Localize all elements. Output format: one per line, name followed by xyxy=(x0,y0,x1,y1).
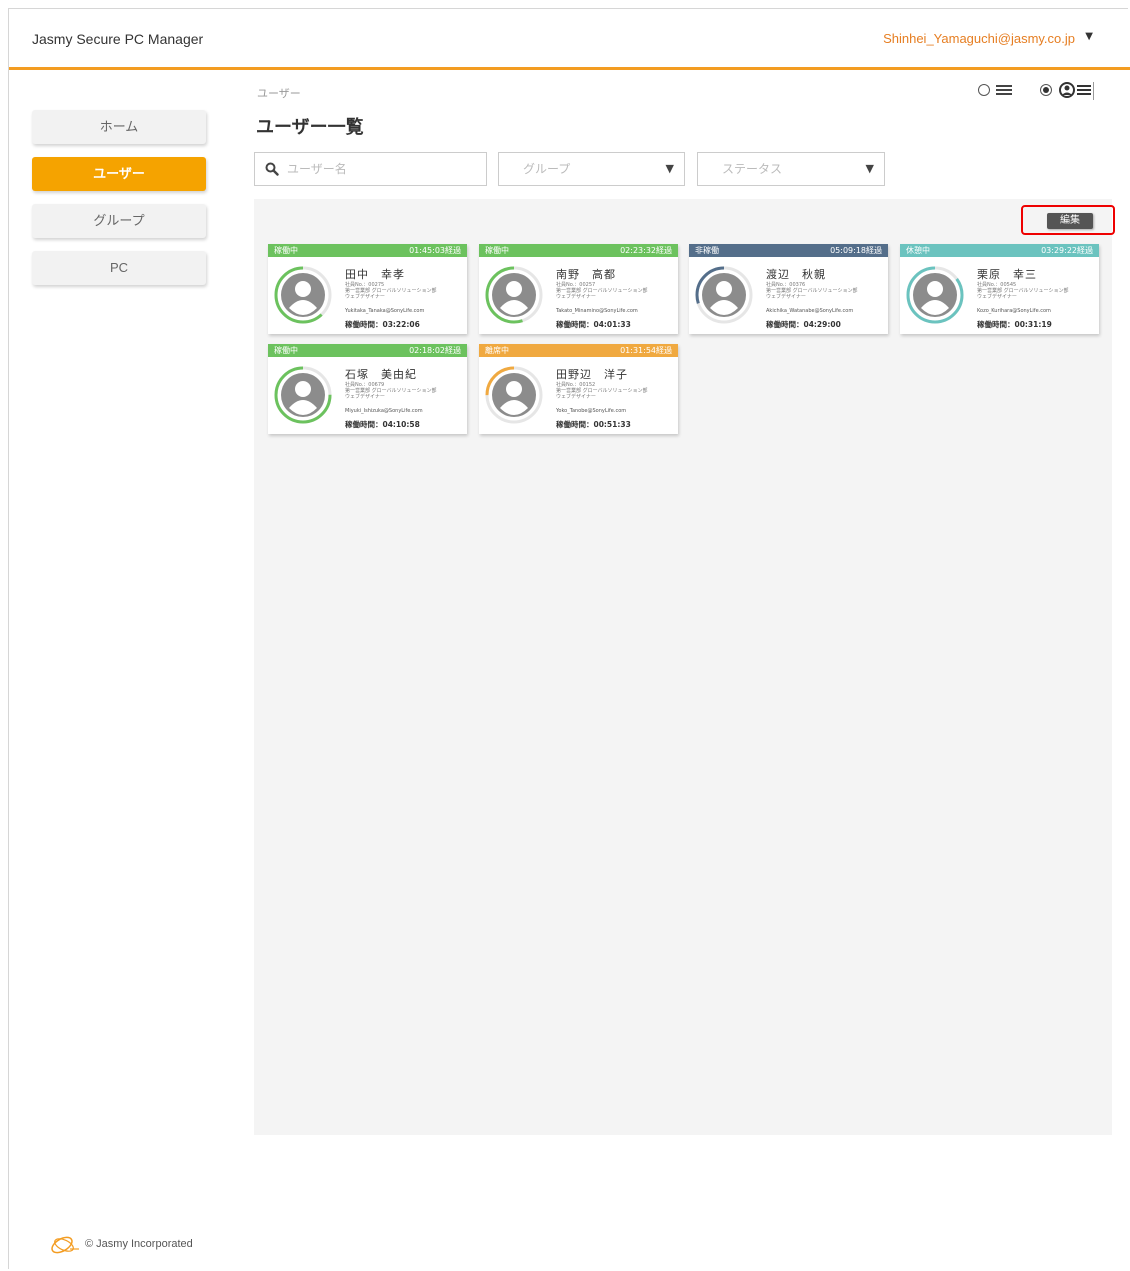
card-email: Miyuki_Ishizuka@SonyLife.com xyxy=(345,408,423,414)
card-email: Yukitaka_Tanaka@SonyLife.com xyxy=(345,308,425,314)
app-title: Jasmy Secure PC Manager xyxy=(32,31,204,47)
edit-button[interactable]: 編集 xyxy=(1047,213,1093,229)
card-work-time: 稼働時間：03:22:06 xyxy=(345,320,420,329)
card-work-time: 稼働時間：00:51:33 xyxy=(556,420,631,429)
search-input[interactable]: ユーザー名 xyxy=(254,152,487,186)
card-status-bar: 離席中 01:31:54経過 xyxy=(479,344,678,357)
card-elapsed: 01:31:54経過 xyxy=(620,346,672,355)
card-user-name: 南野 高都 xyxy=(556,268,616,281)
user-card[interactable]: 離席中 01:31:54経過田野辺 洋子 社員No.：00152 第一営業部 グローバ… xyxy=(479,344,678,434)
footer: © Jasmy Incorporated xyxy=(48,1233,193,1255)
card-status: 稼働中 xyxy=(274,346,298,355)
status-select-label: ステータス xyxy=(722,162,783,176)
user-email-menu[interactable]: Shinhei_Yamaguchi@jasmy.co.jp xyxy=(883,31,1075,46)
copyright: © Jasmy Incorporated xyxy=(85,1238,193,1250)
avatar-icon xyxy=(485,366,543,424)
avatar-icon xyxy=(906,266,964,324)
card-user-info: 社員No.：00376 第一営業部 グローバルソリューション部 ウェブデザイナー xyxy=(766,282,857,300)
card-status: 稼働中 xyxy=(274,246,298,255)
card-team: ウェブデザイナー xyxy=(345,394,385,400)
card-team: ウェブデザイナー xyxy=(556,394,596,400)
card-email: Kozo_Kurihara@SonyLife.com xyxy=(977,308,1051,314)
card-elapsed: 02:23:32経過 xyxy=(620,246,672,255)
avatar-icon xyxy=(485,266,543,324)
header-divider xyxy=(9,67,1130,70)
card-work-time: 稼働時間：04:29:00 xyxy=(766,320,841,329)
status-select[interactable]: ステータス ▼ xyxy=(697,152,885,186)
chevron-down-icon: ▼ xyxy=(865,162,874,175)
card-user-info: 社員No.：00275 第一営業部 グローバルソリューション部 ウェブデザイナー xyxy=(345,282,436,300)
sidebar-item-pc[interactable]: PC xyxy=(32,251,206,285)
user-card[interactable]: 稼働中 02:23:32経過南野 高都 社員No.：00257 第一営業部 グローバル… xyxy=(479,244,678,334)
card-team: ウェブデザイナー xyxy=(977,294,1017,300)
user-card-panel xyxy=(254,199,1112,1135)
card-user-info: 社員No.：00257 第一営業部 グローバルソリューション部 ウェブデザイナー xyxy=(556,282,647,300)
jasmy-logo-icon xyxy=(51,1236,79,1254)
user-card[interactable]: 非稼働 05:09:18経過渡辺 秋親 社員No.：00376 第一営業部 グローバル… xyxy=(689,244,888,334)
avatar-icon xyxy=(695,266,753,324)
card-user-name: 田野辺 洋子 xyxy=(556,368,628,381)
card-work-time: 稼働時間：00:31:19 xyxy=(977,320,1052,329)
card-work-time: 稼働時間：04:10:58 xyxy=(345,420,420,429)
card-user-info: 社員No.：00152 第一営業部 グローバルソリューション部 ウェブデザイナー xyxy=(556,382,647,400)
card-team: ウェブデザイナー xyxy=(345,294,385,300)
group-select-label: グループ xyxy=(523,162,571,176)
card-email: Akichika_Watanabe@SonyLife.com xyxy=(766,308,854,314)
card-status-bar: 稼働中 02:18:02経過 xyxy=(268,344,467,357)
user-card[interactable]: 稼働中 01:45:03経過田中 幸孝 社員No.：00275 第一営業部 グローバル… xyxy=(268,244,467,334)
chevron-down-icon[interactable]: ▼ xyxy=(1085,31,1093,42)
sidebar: ホーム ユーザー グループ PC xyxy=(32,110,208,298)
card-elapsed: 01:45:03経過 xyxy=(409,246,461,255)
card-view-radio[interactable] xyxy=(1040,84,1052,96)
card-status: 離席中 xyxy=(485,346,509,355)
sidebar-item-home[interactable]: ホーム xyxy=(32,110,206,144)
user-card[interactable]: 稼働中 02:18:02経過石塚 美由紀 社員No.：00679 第一営業部 グローバ… xyxy=(268,344,467,434)
card-status: 休憩中 xyxy=(906,246,930,255)
card-team: ウェブデザイナー xyxy=(556,294,596,300)
list-view-radio[interactable] xyxy=(978,84,990,96)
card-team: ウェブデザイナー xyxy=(766,294,806,300)
list-view-icon[interactable] xyxy=(996,85,1012,96)
view-toggle xyxy=(976,82,1096,100)
avatar-icon xyxy=(274,266,332,324)
card-user-name: 石塚 美由紀 xyxy=(345,368,417,381)
card-status: 非稼働 xyxy=(695,246,719,255)
breadcrumb[interactable]: ユーザー xyxy=(257,85,301,101)
card-user-info: 社員No.：00679 第一営業部 グローバルソリューション部 ウェブデザイナー xyxy=(345,382,436,400)
card-user-name: 渡辺 秋親 xyxy=(766,268,826,281)
card-status-bar: 休憩中 03:29:22経過 xyxy=(900,244,1099,257)
card-elapsed: 03:29:22経過 xyxy=(1041,246,1093,255)
card-status: 稼働中 xyxy=(485,246,509,255)
card-status-bar: 稼働中 02:23:32経過 xyxy=(479,244,678,257)
card-elapsed: 02:18:02経過 xyxy=(409,346,461,355)
chevron-down-icon: ▼ xyxy=(665,162,674,175)
avatar-icon xyxy=(274,366,332,424)
card-user-name: 栗原 幸三 xyxy=(977,268,1037,281)
card-status-bar: 稼働中 01:45:03経過 xyxy=(268,244,467,257)
card-user-info: 社員No.：00545 第一営業部 グローバルソリューション部 ウェブデザイナー xyxy=(977,282,1068,300)
card-work-time: 稼働時間：04:01:33 xyxy=(556,320,631,329)
card-elapsed: 05:09:18経過 xyxy=(830,246,882,255)
card-email: Takato_Minamino@SonyLife.com xyxy=(556,308,638,314)
group-select[interactable]: グループ ▼ xyxy=(498,152,685,186)
top-header: Jasmy Secure PC Manager Shinhei_Yamaguch… xyxy=(9,9,1130,67)
card-view-icon[interactable] xyxy=(1058,82,1098,100)
card-user-name: 田中 幸孝 xyxy=(345,268,405,281)
sidebar-item-groups[interactable]: グループ xyxy=(32,204,206,238)
sidebar-item-users[interactable]: ユーザー xyxy=(32,157,206,191)
search-placeholder: ユーザー名 xyxy=(287,162,347,176)
card-status-bar: 非稼働 05:09:18経過 xyxy=(689,244,888,257)
card-email: Yoko_Tanobe@SonyLife.com xyxy=(556,408,627,414)
user-card[interactable]: 休憩中 03:29:22経過栗原 幸三 社員No.：00545 第一営業部 グローバル… xyxy=(900,244,1099,334)
search-icon xyxy=(265,162,279,176)
page-title: ユーザー一覧 xyxy=(256,117,364,138)
